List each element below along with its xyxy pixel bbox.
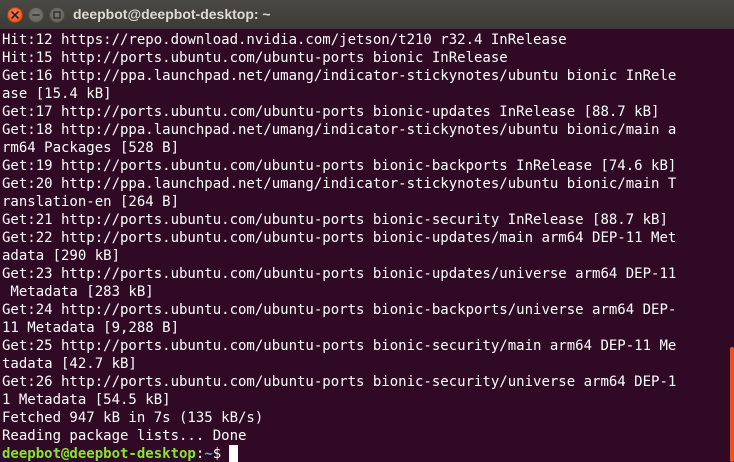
terminal-line: Get:24 http://ports.ubuntu.com/ubuntu-po… bbox=[2, 302, 677, 318]
terminal-line: Get:20 http://ppa.launchpad.net/umang/in… bbox=[2, 176, 677, 192]
minimize-button[interactable] bbox=[28, 7, 44, 23]
terminal-line: Get:17 http://ports.ubuntu.com/ubuntu-po… bbox=[2, 104, 660, 120]
terminal-line: Hit:12 https://repo.download.nvidia.com/… bbox=[2, 32, 567, 48]
terminal-line: Reading package lists... Done bbox=[2, 428, 247, 444]
terminal-line: Get:26 http://ports.ubuntu.com/ubuntu-po… bbox=[2, 374, 677, 390]
terminal-line: Get:25 http://ports.ubuntu.com/ubuntu-po… bbox=[2, 338, 677, 354]
terminal-line: Fetched 947 kB in 7s (135 kB/s) bbox=[2, 410, 264, 426]
terminal-line: ranslation-en [264 B] bbox=[2, 194, 180, 210]
terminal-line: Get:23 http://ports.ubuntu.com/ubuntu-po… bbox=[2, 266, 677, 282]
prompt-user-host: deepbot@deepbot-desktop bbox=[2, 446, 196, 462]
scrollbar-thumb[interactable] bbox=[730, 347, 734, 462]
terminal-line: 11 Metadata [9,288 B] bbox=[2, 320, 180, 336]
title-bar[interactable]: deepbot@deepbot-desktop: ~ bbox=[0, 0, 734, 30]
terminal-line: 1 Metadata [54.5 kB] bbox=[2, 392, 171, 408]
terminal-line: tadata [42.7 kB] bbox=[2, 356, 137, 372]
scrollbar[interactable] bbox=[727, 29, 734, 462]
window-title: deepbot@deepbot-desktop: ~ bbox=[73, 6, 271, 22]
minimize-icon bbox=[32, 14, 40, 16]
maximize-icon bbox=[53, 11, 61, 19]
prompt-symbol: $ bbox=[212, 446, 222, 462]
maximize-button[interactable] bbox=[49, 7, 65, 23]
terminal-line: Hit:15 http://ports.ubuntu.com/ubuntu-po… bbox=[2, 50, 508, 66]
close-button[interactable] bbox=[7, 7, 23, 23]
terminal-line: Get:22 http://ports.ubuntu.com/ubuntu-po… bbox=[2, 230, 677, 246]
terminal-line: Get:16 http://ppa.launchpad.net/umang/in… bbox=[2, 68, 677, 84]
prompt-path: ~ bbox=[204, 446, 213, 462]
terminal-line: adata [290 kB] bbox=[2, 248, 121, 264]
terminal-line: rm64 Packages [528 B] bbox=[2, 140, 180, 156]
prompt-line[interactable]: deepbot@deepbot-desktop:~$ bbox=[2, 445, 239, 462]
terminal-line: ase [15.4 kB] bbox=[2, 86, 112, 102]
terminal-line: Metadata [283 kB] bbox=[2, 284, 154, 300]
text-cursor bbox=[229, 445, 239, 462]
terminal-output[interactable]: Hit:12 https://repo.download.nvidia.com/… bbox=[0, 29, 727, 462]
terminal-window: deepbot@deepbot-desktop: ~ Hit:12 https:… bbox=[0, 0, 734, 462]
close-icon bbox=[11, 11, 19, 19]
terminal-line: Get:18 http://ppa.launchpad.net/umang/in… bbox=[2, 122, 677, 138]
terminal-line: Get:19 http://ports.ubuntu.com/ubuntu-po… bbox=[2, 158, 677, 174]
terminal-line: Get:21 http://ports.ubuntu.com/ubuntu-po… bbox=[2, 212, 668, 228]
